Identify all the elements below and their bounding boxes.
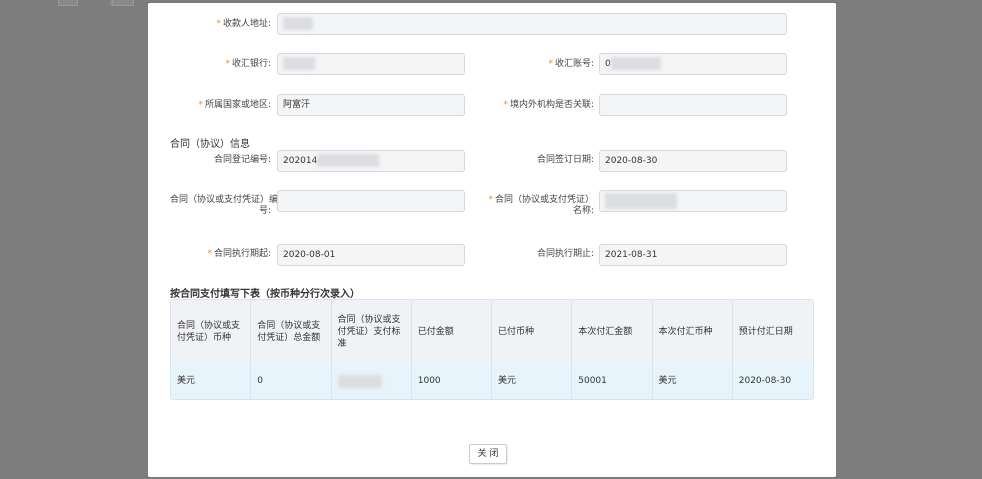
table-cell: 2020-08-30: [738, 376, 792, 386]
close-button[interactable]: 关 闭: [469, 444, 507, 464]
table-cell: 美元: [492, 363, 573, 399]
redacted-value: [283, 57, 315, 70]
contract-sign-date-input[interactable]: 2020-08-30: [599, 150, 787, 172]
table-header-cell: 合同（协议或支付凭证）币种: [171, 300, 252, 363]
bank-label: * 收汇银行:: [225, 59, 271, 69]
required-mark: *: [548, 59, 553, 69]
redacted-value: [283, 17, 313, 30]
payee-address-input[interactable]: [277, 13, 787, 35]
table-row[interactable]: 美元 0 1000 美元 50001 美元 2020-08-30: [171, 363, 813, 399]
required-mark: *: [216, 19, 221, 29]
voucher-name-input[interactable]: [599, 190, 787, 212]
table-cell: 美元: [171, 363, 252, 399]
background-button-3: [110, 0, 112, 6]
voucher-no-input[interactable]: [277, 190, 465, 212]
bank-input[interactable]: [277, 53, 465, 75]
required-mark: *: [207, 249, 212, 259]
table-cell: 1000: [412, 363, 492, 399]
required-mark: *: [225, 59, 230, 69]
country-input[interactable]: 阿富汗: [277, 94, 465, 116]
table-cell: 0: [251, 363, 332, 399]
contract-reg-no-label: 合同登记编号:: [213, 155, 271, 165]
table-header-cell: 本次付汇币种: [653, 300, 733, 363]
table-header-cell: 预计付汇日期: [738, 326, 793, 337]
related-input[interactable]: [599, 94, 787, 116]
redacted-value: [317, 154, 380, 167]
voucher-no-label: 合同（协议或支付凭证）编 号:: [169, 195, 278, 216]
table-header-cell: 合同（协议或支付凭证）支付标准: [332, 300, 412, 363]
contract-reg-no-input[interactable]: 202014: [277, 150, 465, 172]
contract-end-input[interactable]: 2021-08-31: [599, 244, 787, 266]
table-header-cell: 本次付汇金额: [572, 300, 653, 363]
contract-info-dialog: * 收款人地址: * 收汇银行: * 收汇账号: 0 * 所属国家或地区: 阿富汗 * 境…: [148, 3, 836, 477]
table-header-cell: 已付币种: [492, 300, 573, 363]
payment-table: 合同（协议或支付凭证）币种 合同（协议或支付凭证）总金额 合同（协议或支付凭证）…: [170, 299, 814, 400]
contract-end-label: 合同执行期止:: [536, 249, 594, 259]
country-label: * 所属国家或地区:: [198, 100, 271, 110]
related-label: * 境内外机构是否关联:: [503, 100, 594, 110]
table-header-cell: 合同（协议或支付凭证）总金额: [251, 300, 332, 363]
required-mark: *: [198, 100, 203, 110]
background-button-2: [112, 0, 134, 6]
background-button-1: [58, 0, 78, 6]
table-cell: 50001: [572, 363, 653, 399]
voucher-name-label: * 合同（协议或支付凭证） 名称:: [488, 195, 594, 216]
contract-start-input[interactable]: 2020-08-01: [277, 244, 465, 266]
payee-address-label: * 收款人地址:: [216, 19, 271, 29]
payment-table-title: 按合同支付填写下表（按币种分行次录入）: [170, 289, 360, 300]
contract-sign-date-label: 合同签订日期:: [536, 155, 594, 165]
table-header-cell: 已付金额: [412, 300, 492, 363]
table-cell: 美元: [653, 363, 733, 399]
account-input[interactable]: 0: [599, 53, 787, 75]
contract-section-title: 合同（协议）信息: [170, 139, 250, 150]
account-label: * 收汇账号:: [548, 59, 594, 69]
table-header-row: 合同（协议或支付凭证）币种 合同（协议或支付凭证）总金额 合同（协议或支付凭证）…: [171, 300, 813, 363]
redacted-value: [605, 192, 677, 209]
redacted-value: [337, 374, 382, 388]
contract-start-label: * 合同执行期起:: [207, 249, 271, 259]
table-cell: [332, 363, 412, 399]
required-mark: *: [488, 195, 493, 205]
redacted-value: [610, 57, 661, 70]
required-mark: *: [503, 100, 508, 110]
